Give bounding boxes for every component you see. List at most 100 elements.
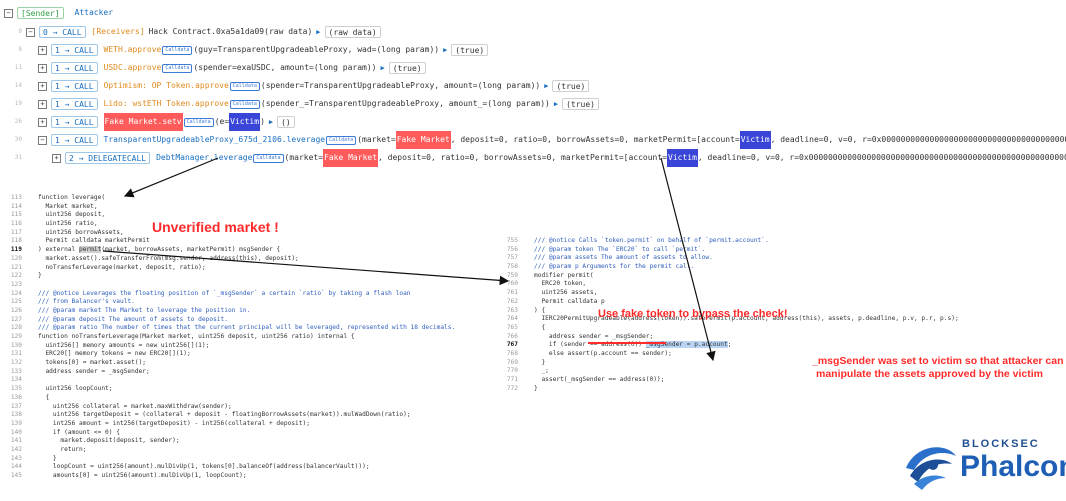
call-op-badge[interactable]: 1 → CALL	[51, 116, 98, 128]
code-line-number: 122	[10, 272, 22, 280]
code-line: 132 tokens[0] = market.asset();	[4, 359, 494, 368]
code-line: 761 uint256 assets,	[500, 289, 1060, 298]
code-line-text: uint256 collateral = market.maxWithdraw(…	[38, 402, 232, 410]
code-line-text: if (amount <= 0) {	[38, 428, 120, 436]
code-line: 139 int256 amount = int256(targetDeposit…	[4, 420, 494, 429]
sender-badge: [Sender]	[17, 7, 64, 19]
expand-toggle[interactable]: +	[38, 99, 47, 109]
code-line: 129 function noTransferLeverage(Market ma…	[4, 333, 494, 342]
calldata-badge[interactable]: Calldata	[162, 45, 193, 55]
blocksec-phalcon-logo: BLOCKSEC Phalcon	[900, 432, 1066, 498]
code-line-number: 127	[10, 315, 22, 323]
call-return: (raw data)	[324, 26, 381, 38]
trace-line-number: 8	[18, 46, 22, 53]
receivers-label: [Receivers]	[91, 27, 145, 36]
trace-row: 8 + 1 → CALL WETH.approve Calldata (guy=…	[0, 41, 489, 59]
code-line-number: 123	[10, 280, 22, 288]
calldata-badge[interactable]: Calldata	[162, 63, 193, 73]
fake-market-arg[interactable]: Fake Market	[323, 149, 379, 167]
code-line-number: 128	[10, 324, 22, 332]
trace-row: 11 + 1 → CALL USDC.approve Calldata (spe…	[0, 59, 426, 77]
code-line-number: 131	[10, 350, 22, 358]
call-op-badge[interactable]: 0 → CALL	[39, 26, 86, 38]
expand-toggle[interactable]: +	[38, 117, 47, 127]
code-line-number: 119	[10, 246, 22, 254]
call-function[interactable]: Lido: wstETH Token.approve	[104, 95, 229, 113]
call-function[interactable]: Hack Contract.0xa5a1da09	[149, 23, 265, 41]
code-line-text: /// @notice Leverages the floating posit…	[38, 289, 411, 297]
code-line-number: 764	[506, 315, 518, 323]
code-line-text: uint256 loopCount;	[38, 385, 113, 393]
code-line: 142 return;	[4, 446, 494, 455]
code-line-number: 126	[10, 306, 22, 314]
code-line: 118 Permit calldata marketPermit	[4, 237, 494, 246]
expand-toggle[interactable]: +	[38, 45, 47, 55]
call-args: (guy=TransparentUpgradeableProxy, wad=(l…	[193, 45, 440, 54]
trace-row: 26 + 1 → CALL Fake Market.setv Calldata …	[0, 113, 295, 131]
calldata-badge[interactable]: Calldata	[183, 117, 214, 127]
calldata-badge[interactable]: Calldata	[326, 135, 357, 145]
fake-market-function[interactable]: Fake Market.setv	[103, 113, 183, 131]
code-line-text: /// @param p Arguments for the permit ca…	[534, 263, 695, 271]
code-line: 126 /// @param market The Market to lever…	[4, 307, 494, 316]
code-line-text: Market market,	[38, 202, 98, 210]
code-line-number: 765	[506, 323, 518, 331]
call-trace-panel: − [Sender] Attacker 0 − 0 → CALL [Receiv…	[0, 0, 1066, 178]
return-arrow-icon: ▶	[268, 118, 274, 126]
collapse-toggle[interactable]: −	[4, 8, 13, 18]
collapse-toggle[interactable]: −	[26, 27, 35, 37]
code-line-number: 760	[506, 280, 518, 288]
code-line: 127 /// @param deposit The amount of asse…	[4, 316, 494, 325]
attacker-label[interactable]: Attacker	[72, 7, 117, 19]
trace-row: 0 − 0 → CALL [Receivers] Hack Contract.0…	[0, 23, 381, 41]
call-function[interactable]: WETH.approve	[104, 41, 162, 59]
code-line-text: return;	[38, 445, 87, 453]
code-line-number: 115	[10, 211, 22, 219]
code-line: 125 /// from Balancer's vault.	[4, 298, 494, 307]
code-line-number: 769	[506, 358, 518, 366]
calldata-badge[interactable]: Calldata	[229, 81, 260, 91]
call-return: (true)	[388, 62, 426, 74]
code-line-number: 766	[506, 332, 518, 340]
call-return: (true)	[552, 80, 590, 92]
calldata-badge[interactable]: Calldata	[229, 99, 260, 109]
call-function[interactable]: Optimism: OP Token.approve	[104, 77, 229, 95]
token-underline	[588, 342, 666, 344]
code-line: 756 /// @param token The `ERC20` to call …	[500, 246, 1060, 255]
expand-toggle[interactable]: +	[38, 63, 47, 73]
code-line: 757 /// @param assets The amount of asset…	[500, 254, 1060, 263]
victim-address[interactable]: Victim	[667, 149, 698, 167]
debt-manager-leverage-function[interactable]: DebtManager.leverage	[156, 149, 252, 167]
trace-row: 31 + 2 → DELEGATECALL DebtManager.levera…	[0, 149, 1066, 167]
call-args: , deadline=0, v=0, r=0x00000000000000000…	[770, 135, 1066, 144]
victim-address[interactable]: Victim	[229, 113, 261, 131]
call-op-badge[interactable]: 1 → CALL	[51, 98, 98, 110]
code-line-text: Permit calldata p	[534, 297, 605, 305]
code-line-text: amounts[0] = uint256(amount).mulDivUp(1,…	[38, 472, 247, 479]
call-op-badge[interactable]: 1 → CALL	[51, 134, 98, 146]
calldata-badge[interactable]: Calldata	[253, 153, 284, 163]
trace-row: 30 − 1 → CALL TransparentUpgradeableProx…	[0, 131, 1066, 149]
call-op-badge[interactable]: 1 → CALL	[51, 62, 98, 74]
code-line-text: Permit calldata marketPermit	[38, 237, 150, 245]
call-function[interactable]: USDC.approve	[104, 59, 162, 77]
code-line: 135 uint256 loopCount;	[4, 385, 494, 394]
code-line-text: ) {	[534, 306, 546, 314]
call-op-badge[interactable]: 2 → DELEGATECALL	[65, 152, 151, 164]
collapse-toggle[interactable]: −	[38, 135, 47, 145]
call-op-badge[interactable]: 1 → CALL	[51, 80, 98, 92]
call-op-badge[interactable]: 1 → CALL	[51, 44, 98, 56]
expand-toggle[interactable]: +	[52, 153, 61, 163]
expand-toggle[interactable]: +	[38, 81, 47, 91]
logo-blocksec-text: BLOCKSEC	[962, 438, 1040, 450]
code-line-text: else assert(p.account == sender);	[534, 349, 672, 357]
code-line-number: 757	[506, 254, 518, 262]
code-line-number: 763	[506, 306, 518, 314]
fake-market-arg[interactable]: Fake Market	[395, 131, 451, 149]
victim-address[interactable]: Victim	[739, 131, 771, 149]
code-line-text: uint256 ratio,	[38, 220, 98, 228]
proxy-leverage-function[interactable]: TransparentUpgradeableProxy_675d_2106.le…	[104, 131, 326, 149]
code-line: 122}	[4, 272, 494, 281]
code-line: 772}	[500, 385, 1060, 394]
code-line: 130 uint256[] memory amounts = new uint2…	[4, 342, 494, 351]
